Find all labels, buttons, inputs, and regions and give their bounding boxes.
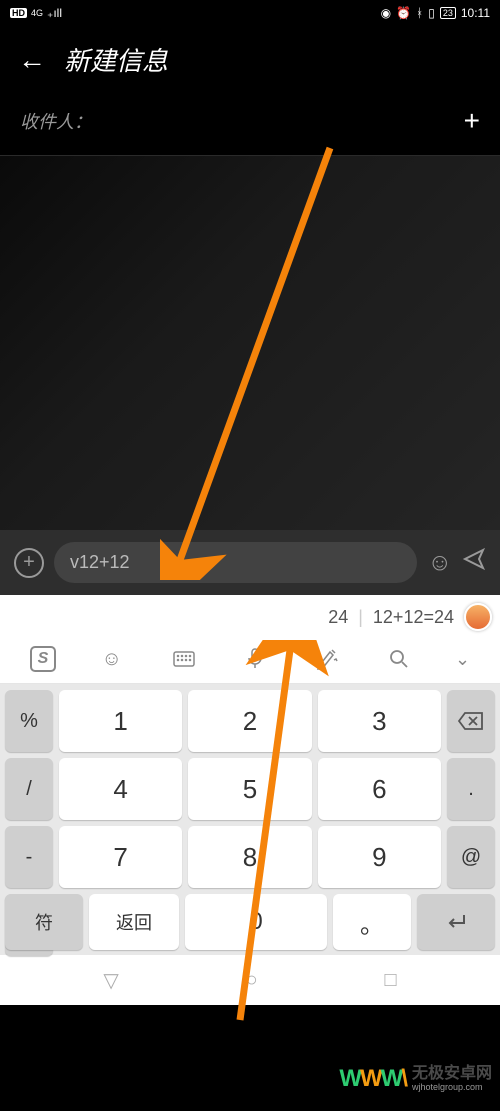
nav-recent-icon[interactable]: □ — [384, 969, 396, 992]
key-return[interactable]: 返回 — [89, 894, 179, 950]
key-minus[interactable]: - — [5, 826, 53, 888]
status-bar: HD 4G ₊ıll ◉ ⏰ ᚼ ▯ 23 10:11 — [0, 0, 500, 26]
key-6[interactable]: 6 — [318, 758, 441, 820]
emoji-icon[interactable]: ☺ — [427, 549, 452, 577]
key-8[interactable]: 8 — [188, 826, 311, 888]
key-3[interactable]: 3 — [318, 690, 441, 752]
vibrate-icon: ▯ — [428, 6, 435, 20]
ime-toolbar: S ☺ ⌄ — [0, 639, 500, 684]
key-slash[interactable]: / — [5, 758, 53, 820]
key-4[interactable]: 4 — [59, 758, 182, 820]
nav-home-icon[interactable]: ○ — [246, 969, 258, 992]
key-symbols[interactable]: 符 — [5, 894, 83, 950]
message-input-row: + v12+12 ☺ — [0, 530, 500, 595]
watermark-logo-icon: WWW\ — [339, 1065, 406, 1093]
divider: | — [358, 607, 363, 628]
watermark-cn: 无极安卓网 — [412, 1065, 492, 1083]
page-title: 新建信息 — [64, 41, 168, 78]
key-1[interactable]: 1 — [59, 690, 182, 752]
emoji-tool-icon[interactable]: ☺ — [96, 645, 128, 673]
send-icon[interactable] — [462, 547, 486, 578]
key-0[interactable]: 0 — [185, 894, 327, 950]
sogou-icon[interactable]: S — [30, 646, 56, 672]
header: ← 新建信息 — [0, 26, 500, 93]
recipient-row[interactable]: 收件人： + — [0, 93, 500, 156]
nav-back-icon[interactable]: ▽ — [103, 968, 118, 993]
numeric-keyboard: % 1 2 3 / 4 5 6 . - 7 8 9 @ + 符 返回 0 。 — [0, 684, 500, 955]
clock: 10:11 — [461, 6, 490, 20]
key-2[interactable]: 2 — [188, 690, 311, 752]
eye-icon: ◉ — [381, 6, 391, 20]
watermark-en: wjhotelgroup.com — [412, 1083, 492, 1093]
key-7[interactable]: 7 — [59, 826, 182, 888]
message-area — [0, 156, 500, 530]
add-recipient-icon[interactable]: + — [464, 105, 480, 137]
system-nav-bar: ▽ ○ □ — [0, 955, 500, 1005]
recipient-label: 收件人： — [20, 108, 92, 134]
search-tool-icon[interactable] — [383, 645, 415, 673]
add-attachment-icon[interactable]: + — [14, 548, 44, 578]
suggestion-result[interactable]: 24 — [328, 607, 348, 628]
key-9[interactable]: 9 — [318, 826, 441, 888]
battery-icon: 23 — [440, 7, 456, 19]
signal-icon: ₊ıll — [47, 6, 62, 20]
bluetooth-icon: ᚼ — [416, 6, 423, 20]
key-backspace[interactable] — [447, 690, 495, 752]
message-input[interactable]: v12+12 — [54, 542, 417, 583]
network-type: 4G — [31, 8, 43, 18]
suggestion-equation[interactable]: 12+12=24 — [373, 607, 454, 628]
ime-avatar-icon[interactable] — [464, 603, 492, 631]
mic-icon[interactable] — [239, 645, 271, 673]
key-enter[interactable] — [417, 894, 495, 950]
key-cn-period[interactable]: 。 — [333, 894, 411, 950]
key-period[interactable]: . — [447, 758, 495, 820]
watermark: WWW\ 无极安卓网 wjhotelgroup.com — [339, 1065, 492, 1093]
hd-badge: HD — [10, 8, 27, 18]
ime-suggestion-bar: 24 | 12+12=24 — [0, 595, 500, 639]
back-arrow-icon[interactable]: ← — [18, 44, 46, 76]
key-at[interactable]: @ — [447, 826, 495, 888]
key-5[interactable]: 5 — [188, 758, 311, 820]
key-percent[interactable]: % — [5, 690, 53, 752]
collapse-keyboard-icon[interactable]: ⌄ — [455, 649, 470, 670]
keyboard-tool-icon[interactable] — [168, 645, 200, 673]
edit-icon[interactable] — [311, 645, 343, 673]
alarm-icon: ⏰ — [396, 6, 411, 20]
